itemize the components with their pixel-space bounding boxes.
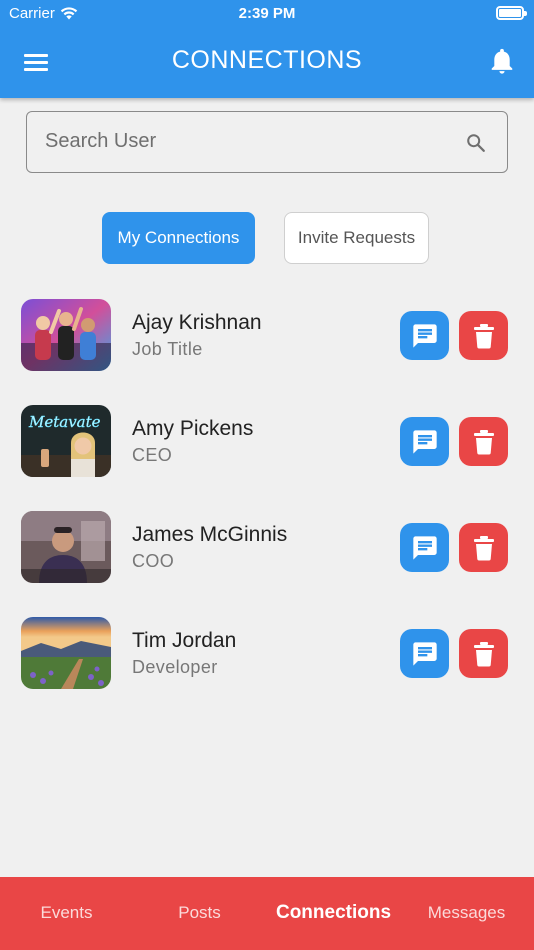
- chat-icon: [412, 641, 437, 666]
- trash-icon: [473, 323, 494, 348]
- connection-name: Ajay Krishnan: [132, 311, 262, 334]
- bell-icon: [491, 48, 513, 74]
- my-connections-tab[interactable]: My Connections: [102, 212, 255, 264]
- avatar[interactable]: [21, 299, 111, 371]
- message-button[interactable]: [400, 523, 449, 572]
- connection-row: Metavate Amy Pickens CEO: [0, 405, 534, 511]
- tab-events[interactable]: Events: [0, 903, 133, 923]
- trash-icon: [473, 641, 494, 666]
- chat-icon: [412, 535, 437, 560]
- connection-row: James McGinnis COO: [0, 511, 534, 617]
- delete-button[interactable]: [459, 417, 508, 466]
- battery-icon: [496, 6, 527, 20]
- tab-posts[interactable]: Posts: [133, 903, 266, 923]
- search-input[interactable]: [45, 112, 455, 171]
- message-button[interactable]: [400, 417, 449, 466]
- connection-name: Amy Pickens: [132, 417, 254, 440]
- avatar[interactable]: [21, 511, 111, 583]
- connection-row: Ajay Krishnan Job Title: [0, 299, 534, 405]
- status-time: 2:39 PM: [238, 5, 296, 22]
- message-button[interactable]: [400, 311, 449, 360]
- app-header: Carrier 2:39 PM CONNECTIONS: [0, 0, 534, 98]
- status-bar: Carrier 2:39 PM: [0, 0, 534, 28]
- invite-requests-tab[interactable]: Invite Requests: [284, 212, 429, 264]
- trash-icon: [473, 535, 494, 560]
- notifications-button[interactable]: [488, 48, 516, 76]
- tab-connections[interactable]: Connections: [267, 902, 400, 924]
- neon-sign: Metavate: [28, 413, 101, 431]
- tab-messages[interactable]: Messages: [400, 903, 533, 923]
- connection-title: CEO: [132, 445, 173, 465]
- chat-icon: [412, 429, 437, 454]
- connection-title: Job Title: [132, 339, 203, 359]
- bottom-tab-bar: Events Posts Connections Messages: [0, 877, 534, 950]
- avatar[interactable]: Metavate: [21, 405, 111, 477]
- message-button[interactable]: [400, 629, 449, 678]
- connection-name: James McGinnis: [132, 523, 288, 546]
- page-title: CONNECTIONS: [171, 46, 363, 74]
- delete-button[interactable]: [459, 629, 508, 678]
- search-box: [26, 111, 508, 173]
- delete-button[interactable]: [459, 523, 508, 572]
- chat-icon: [412, 323, 437, 348]
- connection-title: COO: [132, 551, 175, 571]
- search-icon[interactable]: [465, 132, 487, 154]
- connection-title: Developer: [132, 657, 218, 677]
- trash-icon: [473, 429, 494, 454]
- avatar[interactable]: [21, 617, 111, 689]
- connection-name: Tim Jordan: [132, 629, 237, 652]
- connection-row: Tim Jordan Developer: [0, 617, 534, 723]
- delete-button[interactable]: [459, 311, 508, 360]
